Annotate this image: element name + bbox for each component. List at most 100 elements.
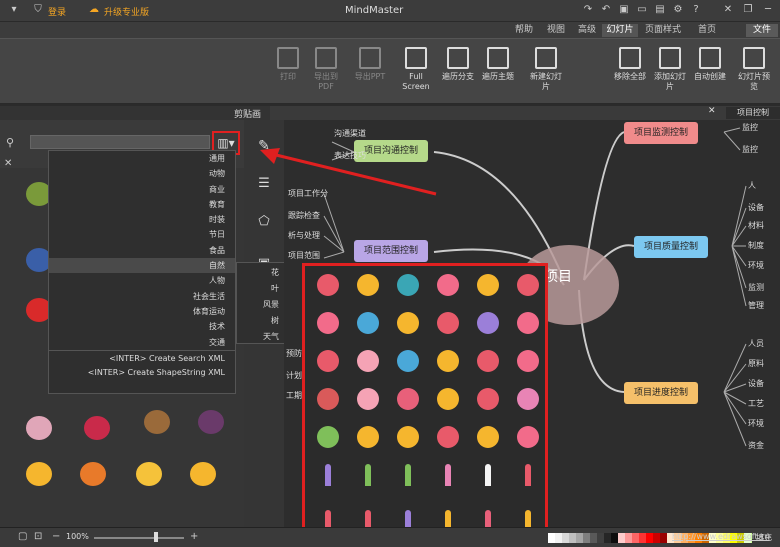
flower-clipart[interactable] [437, 350, 459, 372]
color-swatch[interactable] [590, 533, 597, 543]
fullscreen-button[interactable]: Full Screen [398, 47, 434, 99]
subtopic[interactable]: 监控 [742, 144, 758, 155]
category-item[interactable]: 动物 [49, 166, 235, 181]
subtopic[interactable]: 人员 [748, 338, 764, 349]
flower-clipart[interactable] [357, 426, 379, 448]
category-item[interactable]: 时装 [49, 212, 235, 227]
tab-page-style[interactable]: 页面样式 [640, 24, 686, 37]
open-icon[interactable]: ▭ [636, 4, 648, 16]
subtopic[interactable]: 跟踪检查 [288, 210, 320, 221]
zoom-slider-thumb[interactable] [154, 532, 158, 542]
subtopic[interactable]: 制度 [748, 240, 764, 251]
subtopic[interactable]: 预防 [286, 348, 302, 359]
color-swatch[interactable] [562, 533, 569, 543]
color-swatch[interactable] [660, 533, 667, 543]
subtopic[interactable]: 监控 [742, 122, 758, 133]
subcategory-item[interactable]: 叶 [237, 281, 287, 297]
color-swatch[interactable] [625, 533, 632, 543]
category-item[interactable]: 教育 [49, 197, 235, 212]
slides-preview-button[interactable]: 幻灯片预览 [736, 47, 772, 99]
category-item[interactable]: 交通 [49, 335, 235, 350]
flower-clipart[interactable] [517, 426, 539, 448]
flower-clipart[interactable] [437, 312, 459, 334]
category-item[interactable]: <INTER> Create ShapeString XML [49, 365, 235, 380]
print-quick-icon[interactable]: ▤ [654, 4, 666, 16]
flower-clipart[interactable] [397, 274, 419, 296]
new-slide-button[interactable]: 新建幻灯片 [528, 47, 564, 99]
category-item[interactable]: 商业 [49, 182, 235, 197]
export-ppt-button[interactable]: 导出PPT [352, 47, 388, 99]
color-swatch[interactable] [611, 533, 618, 543]
flower-clipart[interactable] [477, 274, 499, 296]
flower-clipart[interactable] [397, 312, 419, 334]
flower-clipart[interactable] [437, 426, 459, 448]
zoom-in-icon[interactable]: + [190, 531, 198, 542]
flower-clipart[interactable] [525, 464, 531, 486]
page-icon[interactable]: ▢ [18, 531, 27, 542]
upgrade-link[interactable]: 升级专业版 [104, 5, 149, 18]
document-tab[interactable]: 项目控制 [726, 107, 780, 119]
pentagon-icon[interactable]: ⬠ [254, 214, 274, 234]
subtopic[interactable]: 析与处理 [288, 230, 320, 241]
subtopic[interactable]: 设备 [748, 378, 764, 389]
flower-clipart[interactable] [477, 350, 499, 372]
color-swatch[interactable] [583, 533, 590, 543]
fruit-clipart[interactable] [26, 462, 52, 486]
tab-help[interactable]: 帮助 [510, 24, 538, 37]
color-swatch[interactable] [618, 533, 625, 543]
restore-icon[interactable]: ❐ [742, 4, 754, 16]
subtopic[interactable]: 管理 [748, 300, 764, 311]
flower-clipart[interactable] [317, 388, 339, 410]
flower-clipart[interactable] [357, 312, 379, 334]
flower-clipart[interactable] [445, 464, 451, 486]
website-link[interactable]: http://www.edrawsoft.cn [672, 532, 770, 541]
color-swatch[interactable] [569, 533, 576, 543]
flower-clipart[interactable] [477, 426, 499, 448]
topic-quality[interactable]: 项目质量控制 [634, 236, 709, 258]
category-item[interactable]: 通用 [49, 151, 235, 166]
flower-clipart[interactable] [517, 350, 539, 372]
flower-clipart[interactable] [365, 464, 371, 486]
category-item[interactable]: 人物 [49, 273, 235, 288]
subtopic[interactable]: 环境 [748, 418, 764, 429]
category-item[interactable]: 社会生活 [49, 289, 235, 304]
color-swatch[interactable] [639, 533, 646, 543]
subtopic[interactable]: 设备 [748, 202, 764, 213]
subcategory-item[interactable]: 花 [237, 265, 287, 281]
central-topic[interactable]: 项目 [544, 266, 572, 286]
subtopic[interactable]: 原料 [748, 358, 764, 369]
gear-icon[interactable]: ⚙ [672, 4, 684, 16]
close-tab-icon[interactable]: ✕ [708, 106, 716, 116]
export-pdf-button[interactable]: 导出到PDF [308, 47, 344, 99]
subtopic[interactable]: 沟通渠道 [334, 128, 366, 139]
zoom-out-icon[interactable]: − [52, 531, 60, 542]
topic-schedule[interactable]: 项目进度控制 [624, 382, 699, 404]
login-link[interactable]: 登录 [48, 5, 66, 18]
add-slide-button[interactable]: 添加幻灯片 [652, 47, 688, 99]
category-item[interactable]: 体育运动 [49, 304, 235, 319]
close-icon[interactable]: ✕ [722, 4, 734, 16]
subtopic[interactable]: 资金 [748, 440, 764, 451]
tab-view[interactable]: 视图 [542, 24, 570, 37]
undo-icon[interactable]: ↶ [600, 4, 612, 16]
subtopic[interactable]: 环境 [748, 260, 764, 271]
tab-advanced[interactable]: 高级 [574, 24, 600, 37]
fit-page-icon[interactable]: ⊡ [34, 531, 42, 542]
category-item[interactable]: <INTER> Create Search XML [49, 349, 235, 365]
color-swatch[interactable] [597, 533, 604, 543]
flower-clipart[interactable] [317, 312, 339, 334]
category-item[interactable]: 自然 [49, 258, 235, 274]
category-item[interactable]: 技术 [49, 319, 235, 334]
menu-arrows-icon[interactable]: ▾ [8, 4, 20, 16]
flower-clipart[interactable] [517, 388, 539, 410]
flower-clipart[interactable] [317, 350, 339, 372]
subcategory-item[interactable]: 风景 [237, 297, 287, 313]
color-swatch[interactable] [632, 533, 639, 543]
subtopic[interactable]: 材料 [748, 220, 764, 231]
subtopic[interactable]: 项目范围 [288, 250, 320, 261]
fruit-clipart[interactable] [84, 416, 110, 440]
subtopic[interactable]: 人 [748, 180, 756, 191]
category-item[interactable]: 节日 [49, 227, 235, 242]
flower-clipart[interactable] [317, 274, 339, 296]
tab-slides[interactable]: 幻灯片 [602, 24, 638, 37]
